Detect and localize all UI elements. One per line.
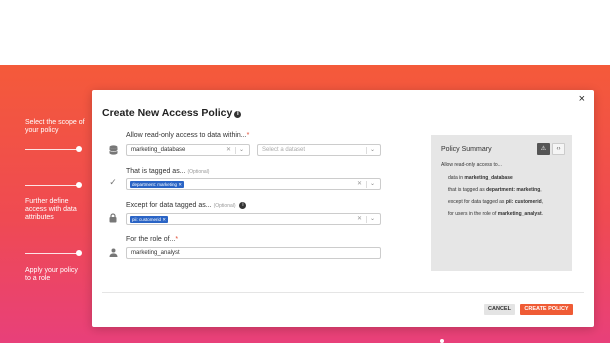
annotation-attributes-text: Further define access with data attribut… bbox=[25, 198, 77, 221]
role-label: For the role of...* bbox=[126, 236, 178, 243]
except-select[interactable]: pii: customerid ✕ ✕ ⌄ bbox=[126, 213, 381, 225]
annotation-role-connector bbox=[25, 253, 79, 254]
chevron-down-icon[interactable]: ⌄ bbox=[239, 146, 244, 153]
summary-line: except for data tagged as pii: customeri… bbox=[448, 199, 543, 205]
modal-title: Create New Access Policy i bbox=[102, 107, 242, 119]
summary-line-value: marketing_database bbox=[464, 175, 513, 181]
summary-line-prefix: for users in the role of bbox=[448, 211, 498, 217]
summary-line-value: department: marketing bbox=[486, 187, 541, 193]
close-icon[interactable]: × bbox=[579, 93, 585, 105]
create-policy-button[interactable]: CREATE POLICY bbox=[520, 304, 573, 315]
select-separator bbox=[366, 216, 367, 223]
optional-mark: (Optional) bbox=[213, 203, 236, 209]
info-icon[interactable]: i bbox=[234, 111, 242, 118]
cancel-button[interactable]: CANCEL bbox=[484, 304, 515, 315]
select-separator bbox=[235, 147, 236, 154]
tag-chip[interactable]: department: marketing ✕ bbox=[130, 181, 185, 188]
summary-line-suffix: . bbox=[541, 211, 544, 217]
database-select-value: marketing_database bbox=[131, 147, 186, 153]
check-icon: ✓ bbox=[109, 178, 117, 188]
code-icon[interactable]: ‹› bbox=[552, 143, 565, 155]
annotation-scope-connector bbox=[25, 149, 79, 150]
summary-line-value: pii: customerid bbox=[505, 199, 542, 205]
annotation-role-text: Apply your policy to a role bbox=[25, 267, 78, 282]
tag-chip-label: department: marketing bbox=[132, 182, 178, 187]
select-separator bbox=[366, 147, 367, 154]
scope-label: Allow read-only access to data within...… bbox=[126, 132, 249, 139]
summary-intro: Allow read-only access to... bbox=[441, 162, 502, 168]
footer-divider bbox=[102, 292, 584, 293]
annotation-attributes-dot bbox=[76, 182, 82, 188]
optional-mark: (Optional) bbox=[187, 169, 210, 175]
role-label-text: For the role of... bbox=[126, 236, 176, 243]
summary-line-value: marketing_analyst bbox=[497, 211, 542, 217]
clear-icon[interactable]: ✕ bbox=[357, 215, 362, 222]
summary-title: Policy Summary bbox=[441, 146, 492, 153]
database-select[interactable]: marketing_database ✕ ⌄ bbox=[126, 144, 250, 156]
annotation-role-dot bbox=[76, 250, 82, 256]
annotation-scope-text: Select the scope of your policy bbox=[25, 119, 85, 134]
scope-label-text: Allow read-only access to data within... bbox=[126, 132, 247, 139]
required-mark: * bbox=[175, 236, 179, 243]
tagged-label-text: That is tagged as... bbox=[126, 168, 186, 175]
summary-line: that is tagged as department: marketing, bbox=[448, 187, 542, 193]
summary-line-prefix: that is tagged as bbox=[448, 187, 487, 193]
create-policy-modal: Create New Access Policy i × Allow read-o… bbox=[92, 90, 594, 327]
user-icon bbox=[108, 248, 118, 258]
policy-summary-panel: Policy Summary ⚠ ‹› Allow read-only acce… bbox=[431, 135, 572, 271]
dataset-select-placeholder: Select a dataset bbox=[262, 147, 306, 153]
summary-line-suffix: , bbox=[541, 199, 544, 205]
annotation-scope-dot bbox=[76, 146, 82, 152]
except-label: Except for data tagged as... (Optional) … bbox=[126, 202, 247, 209]
chevron-down-icon[interactable]: ⌄ bbox=[370, 146, 375, 153]
info-icon[interactable]: i bbox=[239, 202, 247, 209]
modal-title-text: Create New Access Policy bbox=[102, 107, 233, 119]
clear-icon[interactable]: ✕ bbox=[226, 146, 231, 153]
tagged-label: That is tagged as... (Optional) bbox=[126, 168, 209, 175]
lock-icon bbox=[108, 213, 118, 223]
chevron-down-icon[interactable]: ⌄ bbox=[370, 215, 375, 222]
cursor-dot bbox=[440, 339, 444, 343]
except-label-text: Except for data tagged as... bbox=[126, 202, 212, 209]
tagged-select[interactable]: department: marketing ✕ ✕ ⌄ bbox=[126, 178, 381, 190]
summary-line-suffix: , bbox=[540, 187, 542, 193]
dataset-select[interactable]: Select a dataset ⌄ bbox=[257, 144, 381, 156]
required-mark: * bbox=[246, 132, 250, 139]
role-input[interactable]: marketing_analyst bbox=[126, 247, 381, 259]
warning-icon[interactable]: ⚠ bbox=[537, 143, 550, 155]
summary-line: for users in the role of marketing_analy… bbox=[448, 211, 543, 217]
summary-line-prefix: except for data tagged as bbox=[448, 199, 506, 205]
chevron-down-icon[interactable]: ⌄ bbox=[370, 180, 375, 187]
select-separator bbox=[366, 181, 367, 188]
database-icon bbox=[108, 145, 118, 155]
annotation-attributes-connector bbox=[25, 185, 79, 186]
tag-chip-label: pii: customerid bbox=[132, 217, 162, 222]
tag-chip[interactable]: pii: customerid ✕ bbox=[130, 216, 169, 223]
summary-line: data in marketing_database bbox=[448, 175, 513, 181]
summary-line-prefix: data in bbox=[448, 175, 465, 181]
clear-icon[interactable]: ✕ bbox=[357, 180, 362, 187]
